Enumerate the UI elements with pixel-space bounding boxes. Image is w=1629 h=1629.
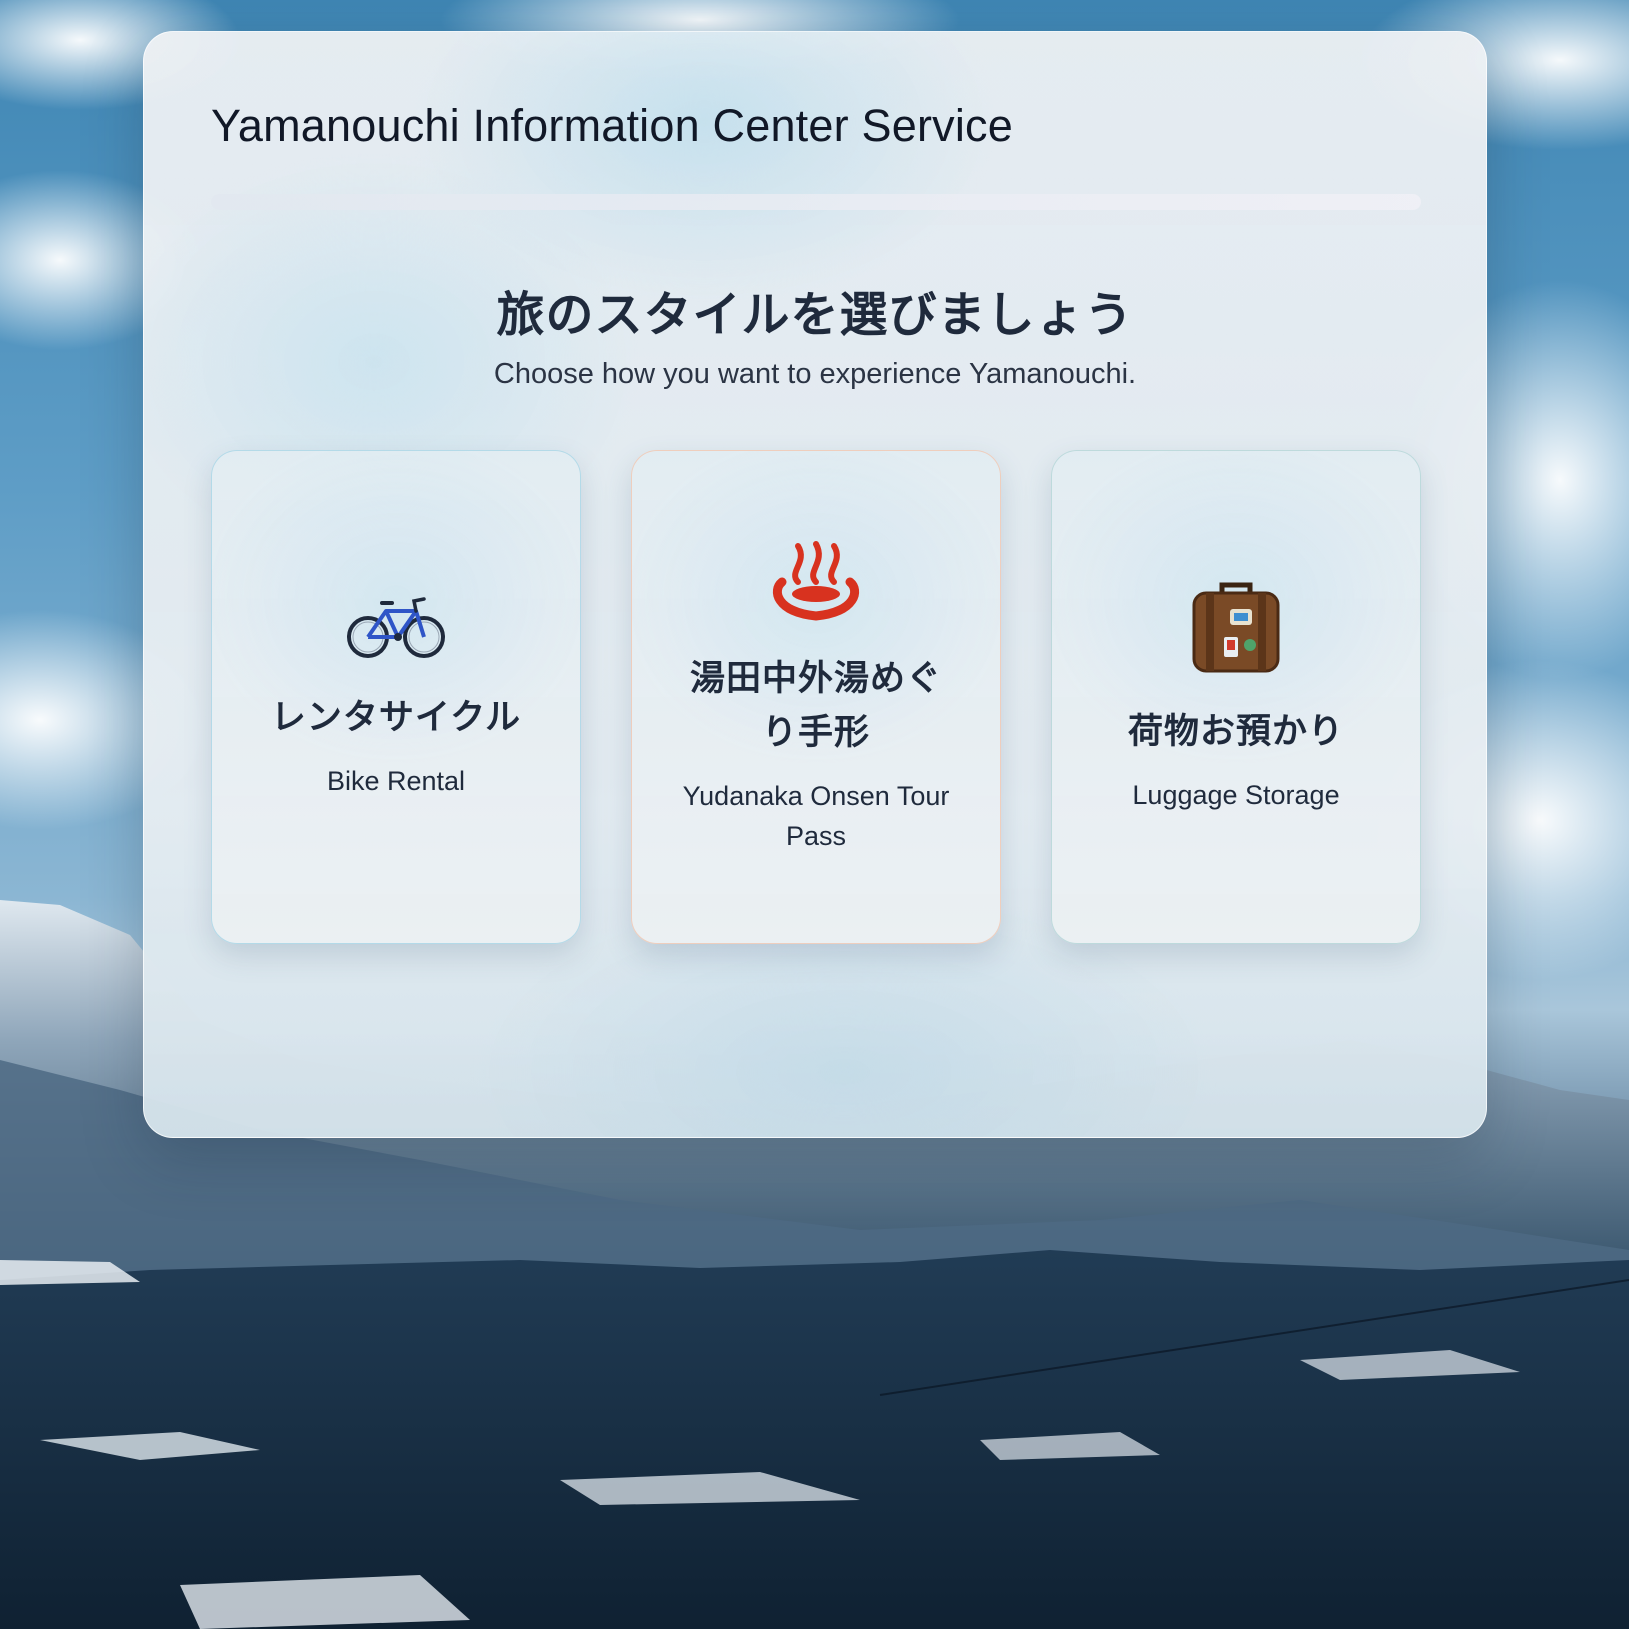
onsen-tour-pass-card[interactable]: 湯田中外湯めぐり手形 Yudanaka Onsen Tour Pass [631, 450, 1001, 944]
section-subheading: Choose how you want to experience Yamano… [493, 358, 1137, 390]
card-subtitle: Yudanaka Onsen Tour Pass [682, 781, 950, 851]
luggage-storage-card[interactable]: 荷物お預かり Luggage Storage [1051, 450, 1421, 944]
card-subtitle: Bike Rental [326, 766, 466, 796]
app-title: Yamanouchi Information Center Service [211, 100, 1013, 151]
hot-springs-icon [772, 541, 860, 621]
bicycle-icon [347, 597, 445, 658]
title-divider [211, 194, 1421, 210]
card-title: 湯田中外湯めぐり手形 [689, 659, 942, 753]
service-panel: Yamanouchi Information Center Service 旅の… [143, 31, 1487, 1138]
section-heading: 旅のスタイルを選びましょう [496, 287, 1134, 343]
card-subtitle: Luggage Storage [1132, 780, 1340, 810]
luggage-icon [1192, 582, 1280, 673]
card-title: レンタサイクル [270, 698, 522, 738]
bike-rental-card[interactable]: レンタサイクル Bike Rental [211, 450, 581, 944]
card-title: 荷物お預かり [1127, 712, 1344, 752]
